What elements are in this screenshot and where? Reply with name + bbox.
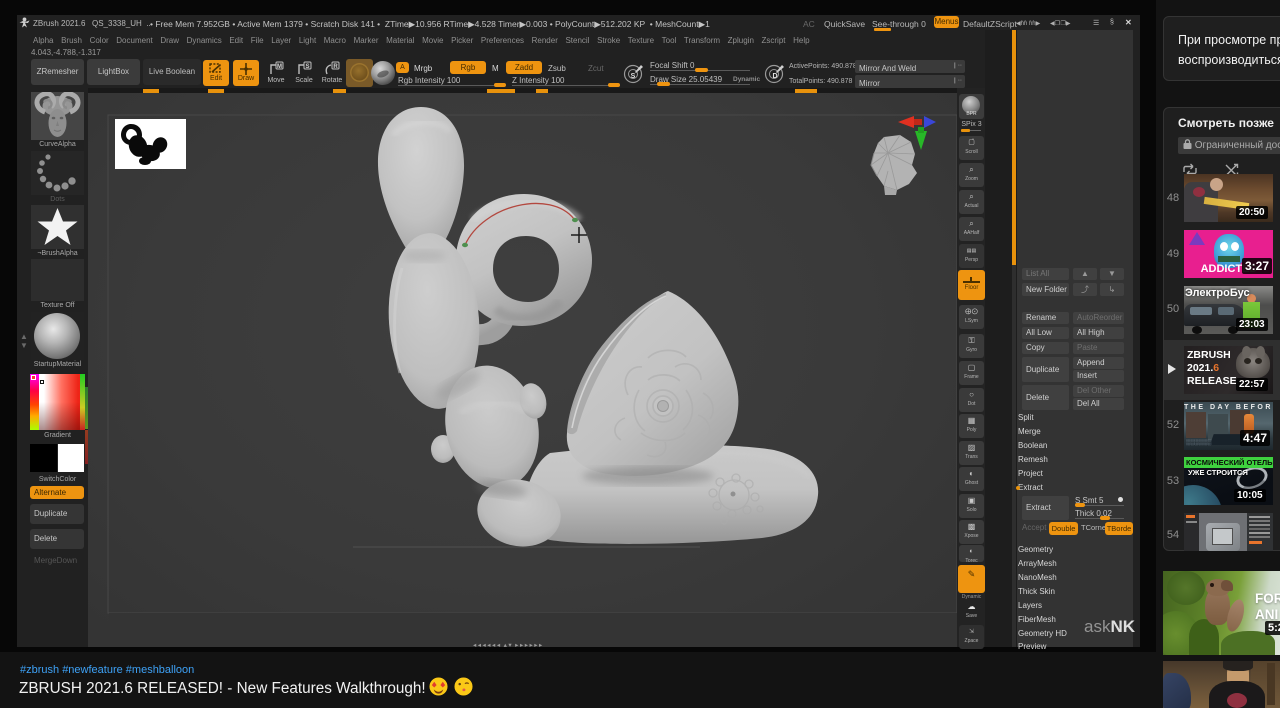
svg-text:S: S (631, 73, 636, 80)
svg-text:D: D (772, 73, 777, 80)
svg-text:M: M (277, 64, 282, 70)
svg-text:R: R (333, 64, 338, 70)
svg-text:◂◂◂◂◂◂ ▴▾ ▸▸▸▸▸▸: ◂◂◂◂◂◂ ▴▾ ▸▸▸▸▸▸ (473, 642, 544, 647)
svg-text:S: S (305, 64, 309, 70)
